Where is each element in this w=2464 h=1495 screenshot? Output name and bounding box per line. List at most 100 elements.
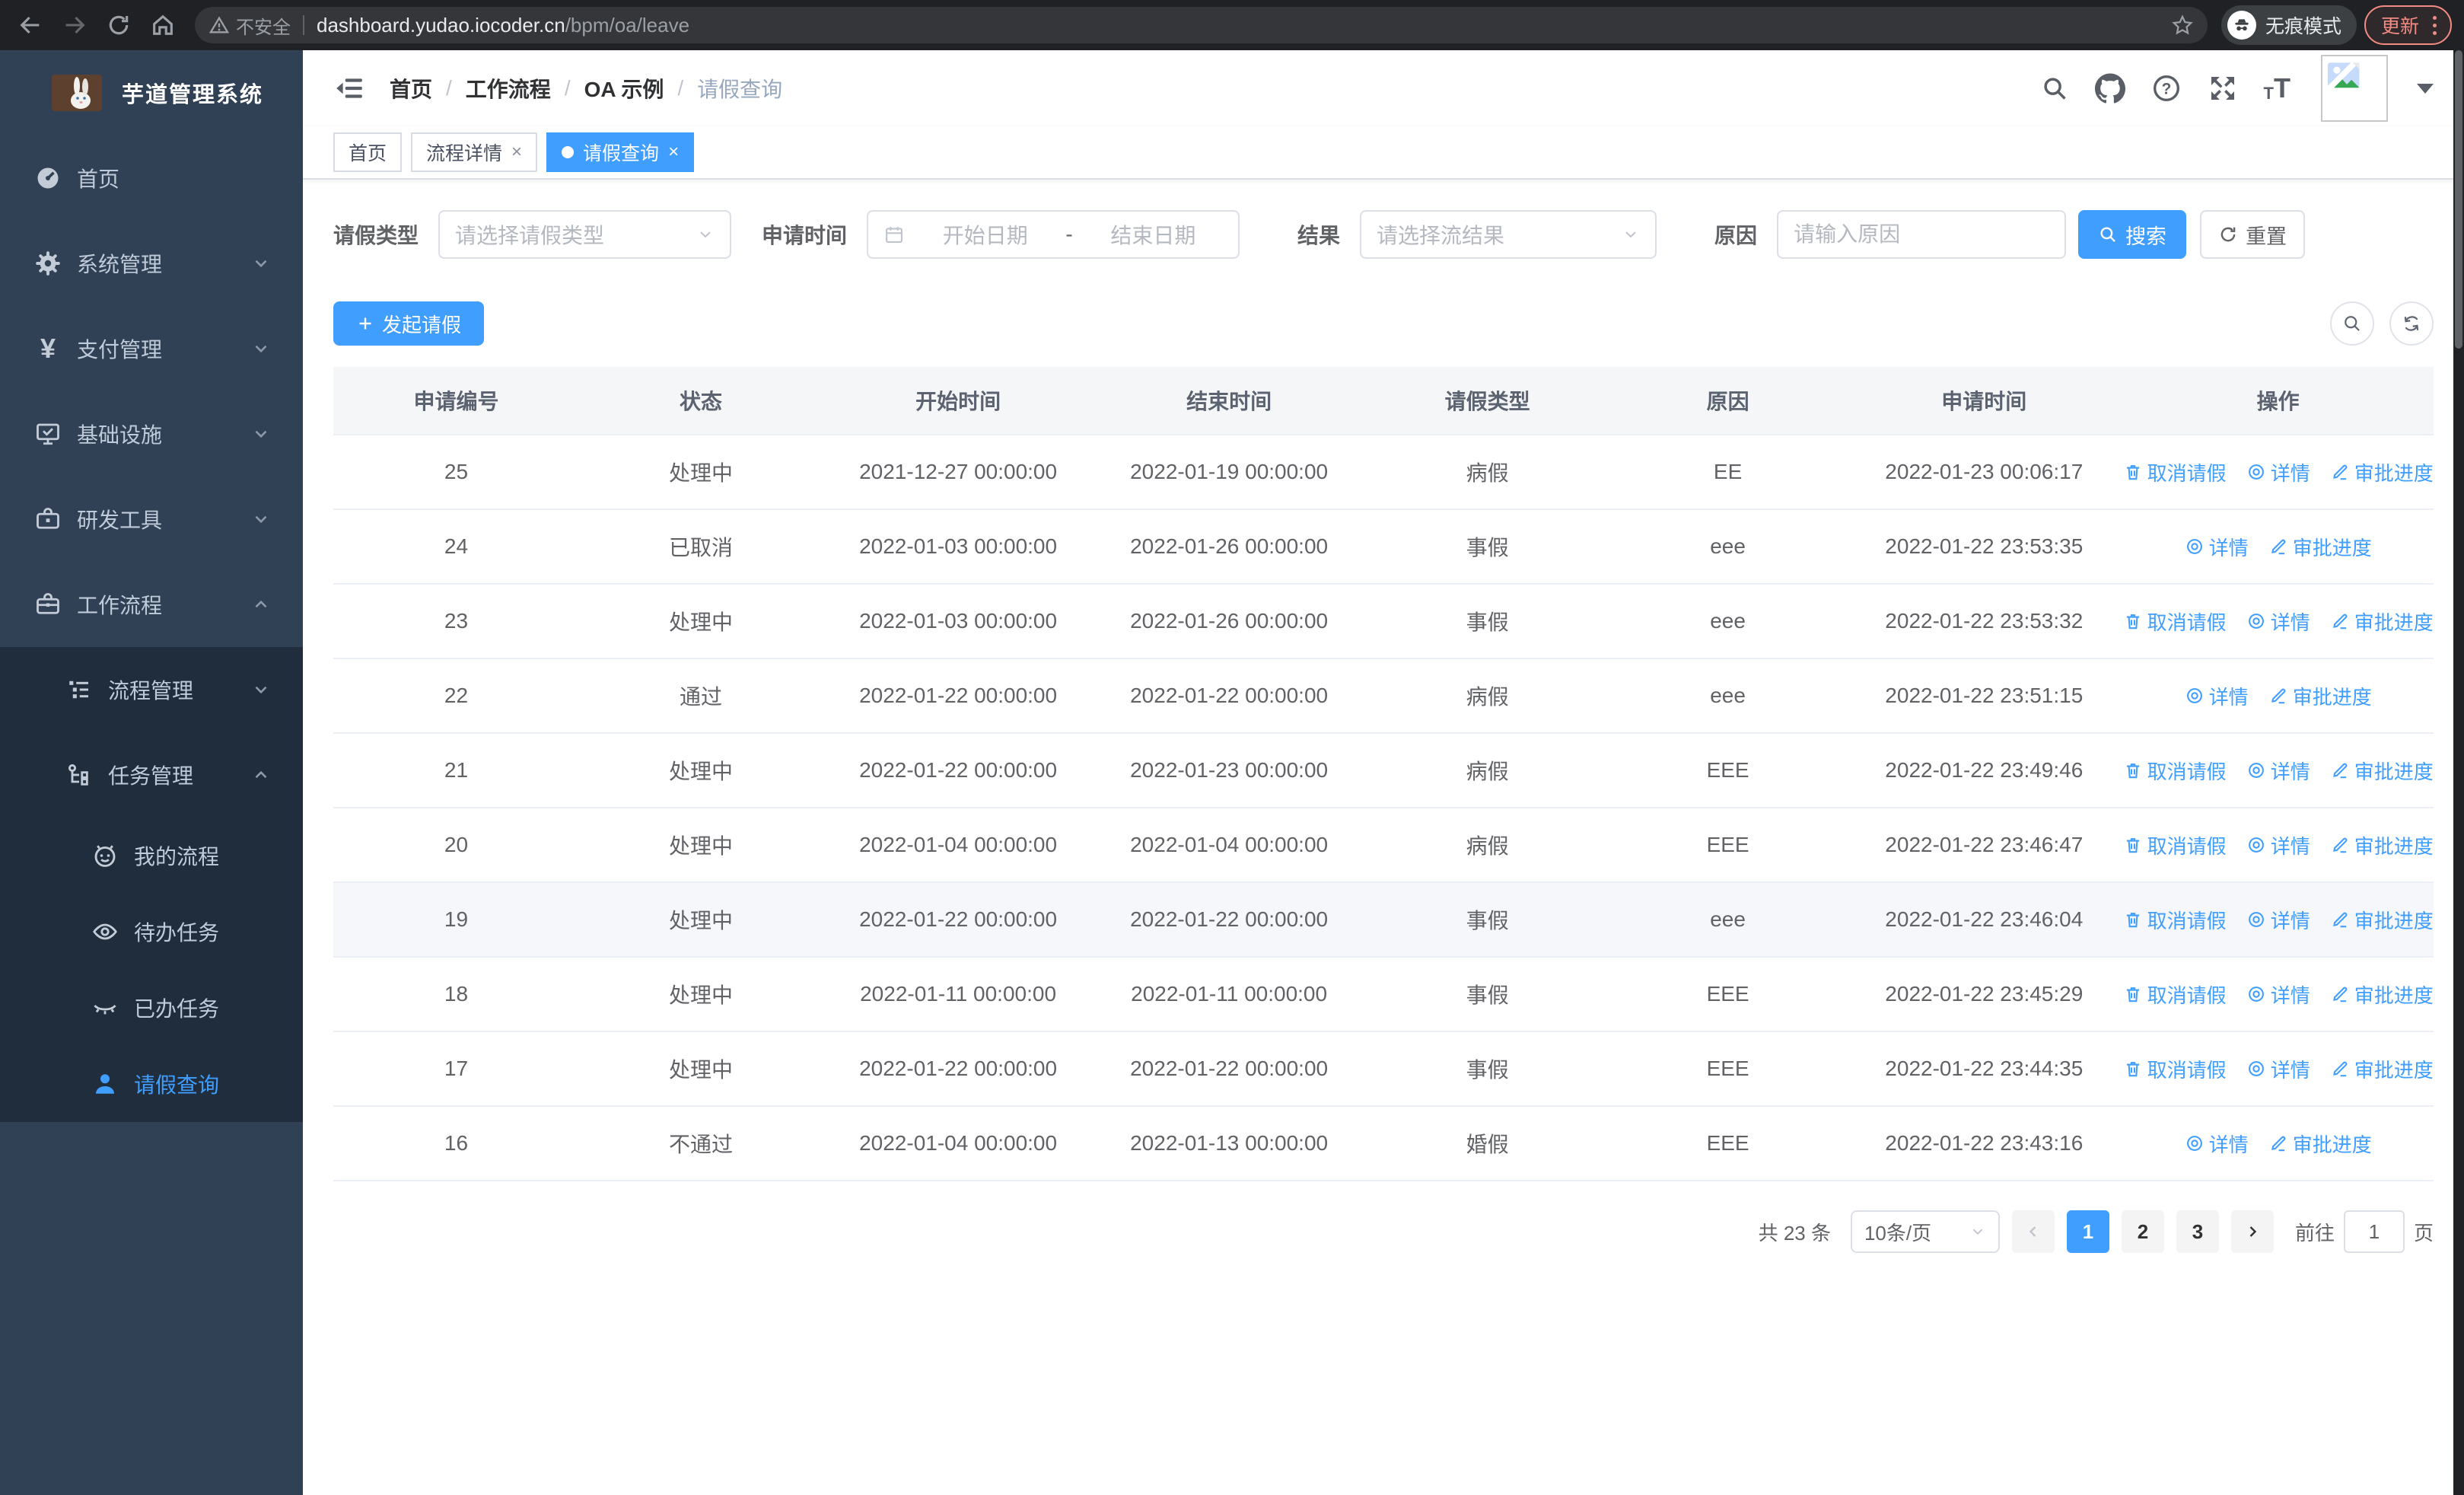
view-detail-link[interactable]: 详情 <box>2185 1130 2249 1158</box>
cell-end-time: 2022-01-22 00:00:00 <box>1130 1057 1329 1080</box>
approval-progress-link[interactable]: 审批进度 <box>2330 607 2434 636</box>
cancel-leave-link[interactable]: 取消请假 <box>2123 458 2227 486</box>
page-button-2[interactable]: 2 <box>2121 1210 2164 1253</box>
browser-reload-icon[interactable] <box>100 7 137 43</box>
sidebar-item-infrastructure[interactable]: 基础设施 <box>0 391 303 477</box>
view-detail-link[interactable]: 详情 <box>2246 906 2310 934</box>
approval-progress-link[interactable]: 审批进度 <box>2330 906 2434 934</box>
sidebar-item-label: 我的流程 <box>134 845 220 869</box>
next-page-button[interactable] <box>2230 1210 2274 1253</box>
sidebar-item-system[interactable]: 系统管理 <box>0 221 303 306</box>
approval-progress-link[interactable]: 审批进度 <box>2268 682 2372 710</box>
approval-progress-link[interactable]: 审批进度 <box>2330 831 2434 859</box>
goto-page-input[interactable] <box>2343 1210 2405 1253</box>
view-detail-link[interactable]: 详情 <box>2185 533 2249 561</box>
approval-progress-link[interactable]: 审批进度 <box>2330 980 2434 1009</box>
scrollbar-thumb[interactable] <box>2455 50 2462 349</box>
row-actions: 取消请假 详情 审批进度 <box>2122 831 2434 859</box>
fullscreen-icon[interactable] <box>2208 73 2238 104</box>
table-toolbar: 发起请假 <box>333 301 2434 346</box>
approval-progress-link[interactable]: 审批进度 <box>2268 533 2372 561</box>
sidebar-item-workflow[interactable]: 工作流程 <box>0 562 303 647</box>
approval-progress-link[interactable]: 审批进度 <box>2330 757 2434 785</box>
approval-progress-link[interactable]: 审批进度 <box>2268 1130 2372 1158</box>
page-scrollbar[interactable] <box>2453 50 2464 1495</box>
cell-reason: EE <box>1713 460 1743 483</box>
end-date-input[interactable]: 结束日期 <box>1084 219 1223 250</box>
trash-icon <box>2126 763 2139 779</box>
view-icon <box>2248 614 2264 629</box>
sidebar-item-done-tasks[interactable]: 已办任务 <box>0 970 303 1046</box>
briefcase-icon <box>34 591 62 618</box>
bookmark-star-icon[interactable] <box>2171 14 2194 37</box>
view-detail-link[interactable]: 详情 <box>2246 831 2310 859</box>
start-date-input[interactable]: 开始日期 <box>915 219 1055 250</box>
sidebar-item-dev-tools[interactable]: 研发工具 <box>0 477 303 562</box>
breadcrumb: 首页 / 工作流程 / OA 示例 / 请假查询 <box>390 73 782 104</box>
approval-progress-link[interactable]: 审批进度 <box>2330 458 2434 486</box>
prev-page-button[interactable] <box>2011 1210 2055 1253</box>
view-detail-link[interactable]: 详情 <box>2246 458 2310 486</box>
url-text[interactable]: dashboard.yudao.iocoder.cn/bpm/oa/leave <box>317 14 2162 37</box>
browser-back-icon[interactable] <box>12 7 49 43</box>
sidebar-item-task-mgmt[interactable]: 任务管理 <box>0 732 303 818</box>
sidebar-item-my-process[interactable]: 我的流程 <box>0 818 303 894</box>
sidebar-item-payment[interactable]: ¥ 支付管理 <box>0 306 303 391</box>
sidebar-item-home[interactable]: 首页 <box>0 135 303 221</box>
sidebar-item-todo-tasks[interactable]: 待办任务 <box>0 894 303 970</box>
page-size-select[interactable]: 10条/页 <box>1850 1210 2000 1253</box>
approval-progress-link[interactable]: 审批进度 <box>2330 1055 2434 1083</box>
address-bar[interactable]: 不安全 dashboard.yudao.iocoder.cn/bpm/oa/le… <box>195 7 2208 43</box>
action-label: 审批进度 <box>2354 834 2434 858</box>
cancel-leave-link[interactable]: 取消请假 <box>2123 980 2227 1009</box>
tab-leave-query[interactable]: 请假查询 × <box>546 132 695 172</box>
tab-process-detail[interactable]: 流程详情 × <box>411 132 538 172</box>
page-button-1[interactable]: 1 <box>2066 1210 2109 1253</box>
close-icon[interactable]: × <box>668 142 679 163</box>
browser-update-button[interactable]: 更新 <box>2364 5 2452 45</box>
cell-end-time: 2022-01-19 00:00:00 <box>1130 460 1329 483</box>
app-logo[interactable]: 芋道管理系统 <box>0 50 303 135</box>
help-icon[interactable]: ? <box>2151 73 2182 104</box>
cancel-leave-link[interactable]: 取消请假 <box>2123 906 2227 934</box>
sidebar-item-process-mgmt[interactable]: 流程管理 <box>0 647 303 732</box>
close-icon[interactable]: × <box>511 142 522 163</box>
view-detail-link[interactable]: 详情 <box>2246 607 2310 636</box>
leave-type-select[interactable]: 请选择请假类型 <box>438 210 732 259</box>
breadcrumb-item[interactable]: OA 示例 <box>584 73 664 104</box>
font-size-icon[interactable]: TT <box>2264 75 2291 102</box>
cancel-leave-link[interactable]: 取消请假 <box>2123 1055 2227 1083</box>
apply-time-range-picker[interactable]: 开始日期 - 结束日期 <box>867 210 1240 259</box>
view-detail-link[interactable]: 详情 <box>2246 980 2310 1009</box>
sidebar-item-leave-query[interactable]: 请假查询 <box>0 1046 303 1122</box>
breadcrumb-item[interactable]: 工作流程 <box>466 73 551 104</box>
browser-home-icon[interactable] <box>145 7 181 43</box>
cancel-leave-link[interactable]: 取消请假 <box>2123 607 2227 636</box>
browser-menu-icon[interactable] <box>2430 15 2440 35</box>
reason-input[interactable] <box>1778 212 2065 257</box>
cancel-leave-link[interactable]: 取消请假 <box>2123 831 2227 859</box>
github-icon[interactable] <box>2094 73 2125 104</box>
browser-forward-icon[interactable] <box>56 7 93 43</box>
sidebar-toggle-icon[interactable] <box>333 72 365 104</box>
reset-button[interactable]: 重置 <box>2200 210 2306 259</box>
page-button-3[interactable]: 3 <box>2176 1210 2219 1253</box>
result-select[interactable]: 请选择流结果 <box>1360 210 1657 259</box>
action-label: 详情 <box>2270 1058 2310 1082</box>
view-detail-link[interactable]: 详情 <box>2185 682 2249 710</box>
insecure-warning[interactable]: 不安全 <box>209 12 291 39</box>
view-detail-link[interactable]: 详情 <box>2246 757 2310 785</box>
avatar-dropdown-caret-icon[interactable] <box>2417 83 2434 94</box>
action-label: 审批进度 <box>2354 1058 2434 1082</box>
refresh-table-button[interactable] <box>2389 301 2434 346</box>
pencil-icon <box>2332 464 2348 480</box>
view-detail-link[interactable]: 详情 <box>2246 1055 2310 1083</box>
breadcrumb-item[interactable]: 首页 <box>390 73 432 104</box>
header-search-icon[interactable] <box>2040 74 2069 103</box>
show-search-toggle-button[interactable] <box>2330 301 2374 346</box>
avatar[interactable] <box>2321 55 2388 122</box>
tab-home[interactable]: 首页 <box>333 132 403 172</box>
cancel-leave-link[interactable]: 取消请假 <box>2123 757 2227 785</box>
create-leave-button[interactable]: 发起请假 <box>333 301 485 346</box>
search-button[interactable]: 搜索 <box>2078 210 2187 259</box>
